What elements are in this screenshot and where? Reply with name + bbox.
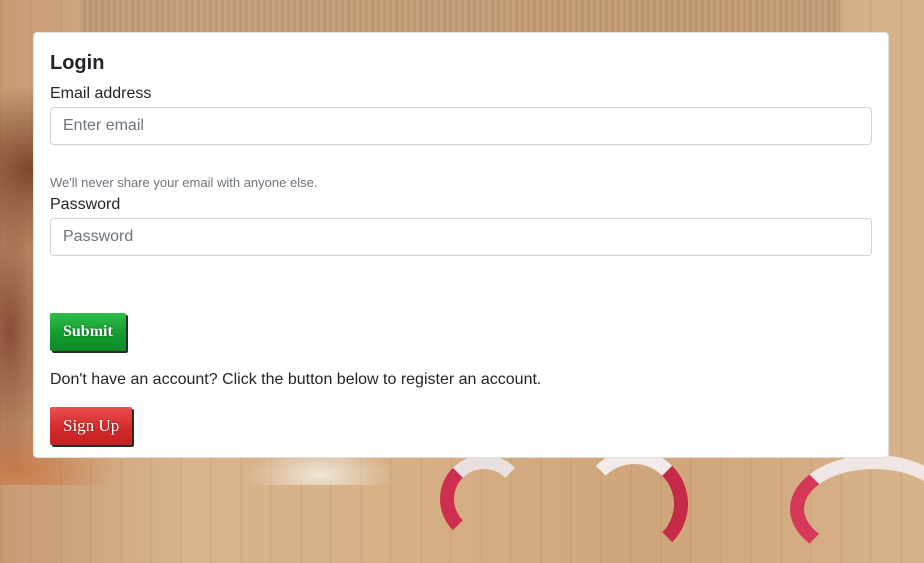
- email-help-text: We'll never share your email with anyone…: [50, 175, 318, 190]
- background-candy-cane: [790, 455, 924, 563]
- login-card: Login Email address We'll never share yo…: [33, 32, 889, 458]
- password-input[interactable]: [50, 218, 872, 256]
- login-title: Login: [50, 52, 105, 74]
- submit-button[interactable]: Submit: [50, 313, 126, 351]
- email-label: Email address: [50, 85, 152, 102]
- background-wood-texture: [80, 0, 840, 34]
- background-candy-cane: [440, 455, 528, 543]
- sign-up-button[interactable]: Sign Up: [50, 407, 133, 445]
- password-label: Password: [50, 196, 121, 213]
- register-note: Don't have an account? Click the button …: [50, 371, 542, 388]
- background-candy-cane: [580, 450, 688, 558]
- email-input[interactable]: [50, 107, 872, 145]
